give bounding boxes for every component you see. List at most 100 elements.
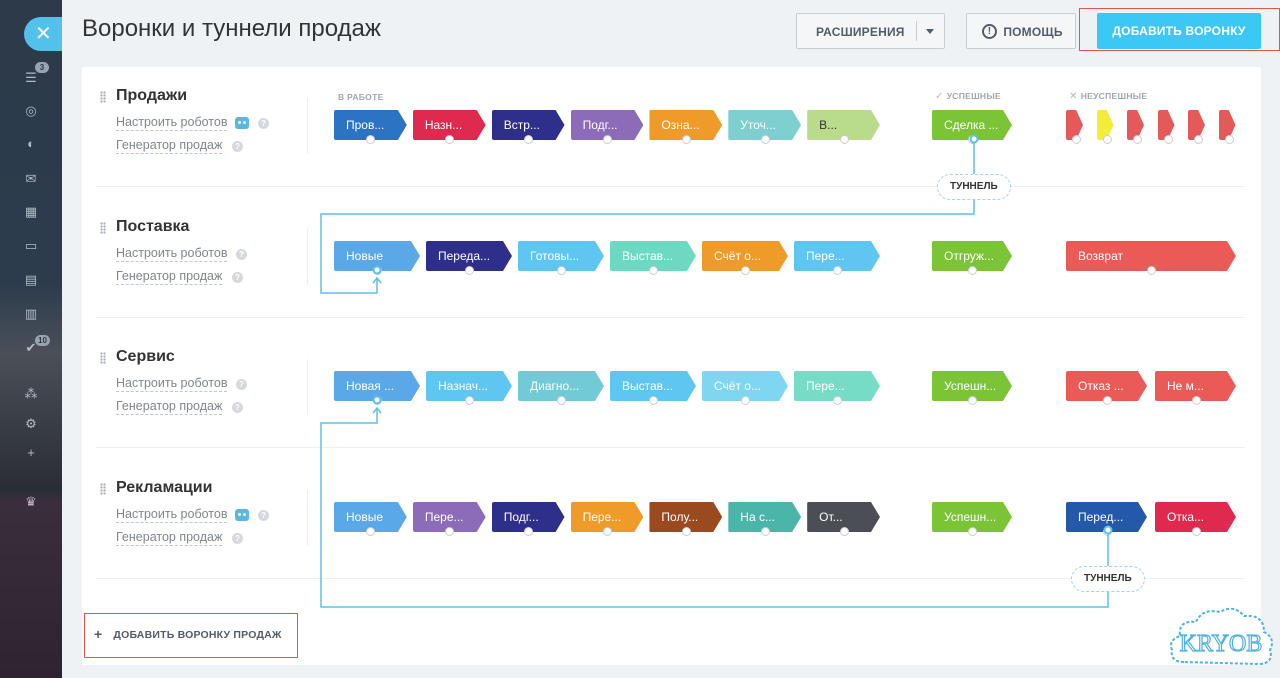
help-icon[interactable]: ? (232, 533, 243, 544)
sales-generator-link[interactable]: Генератор продаж (116, 399, 223, 415)
divider (307, 229, 308, 285)
help-icon[interactable]: ? (258, 118, 269, 129)
help-button[interactable]: ! ПОМОЩЬ (966, 13, 1076, 49)
help-icon[interactable]: ? (232, 141, 243, 152)
calendar-icon[interactable]: ▦ (23, 204, 39, 220)
stage-connector-dot[interactable] (968, 266, 977, 275)
divider (916, 21, 917, 41)
crown-icon[interactable]: ♛ (23, 494, 39, 510)
stage-connector-dot[interactable] (557, 266, 566, 275)
stage-connector-dot[interactable] (1102, 527, 1112, 536)
filter-icon[interactable]: ☰ (23, 70, 39, 86)
document-icon[interactable]: ▥ (23, 306, 39, 322)
mail-icon[interactable]: ✉ (23, 171, 39, 187)
column-header-fail: ✕ НЕУСПЕШНЫЕ (1069, 91, 1148, 102)
stage-connector-dot[interactable] (833, 266, 842, 275)
tunnel-badge[interactable]: ТУННЕЛЬ (1071, 566, 1145, 592)
drag-handle-icon[interactable] (100, 222, 106, 234)
stage-connector-dot[interactable] (760, 527, 770, 536)
robots-link[interactable]: Настроить роботов (116, 246, 228, 262)
stage-connector-dot[interactable] (649, 266, 658, 275)
extensions-button[interactable]: РАСШИРЕНИЯ (796, 13, 945, 49)
stage-connector-dot[interactable] (1194, 135, 1203, 144)
funnel-title[interactable]: Сервис (116, 348, 175, 366)
network-icon[interactable]: ⁂ (23, 386, 39, 402)
stage-connector-dot[interactable] (839, 135, 849, 144)
stage-connector-dot[interactable] (968, 135, 977, 144)
check-icon: ✓ (935, 91, 944, 102)
highlight-frame (1079, 8, 1280, 51)
stage-connector-dot[interactable] (557, 396, 566, 405)
left-sidebar: ✕ ☰ 3 ◎ ◐ ✉ ▦ ▭ ▤ ▥ ✔ 10 ⁂ ⚙ + ♛ (0, 0, 62, 678)
cross-icon: ✕ (1069, 91, 1078, 102)
stage-connector-dot[interactable] (1102, 135, 1112, 144)
help-icon[interactable]: ? (236, 249, 247, 260)
drag-handle-icon[interactable] (100, 352, 106, 364)
drag-handle-icon[interactable] (100, 91, 106, 103)
stage-connector-dot[interactable] (968, 527, 977, 536)
watermark-text: KRYOB (1180, 631, 1263, 657)
help-icon[interactable]: ? (232, 402, 243, 413)
divider (307, 98, 308, 154)
sidebar-badge: 3 (35, 62, 49, 73)
stage-connector-dot[interactable] (833, 396, 842, 405)
drive-icon[interactable]: ▭ (23, 238, 39, 254)
stage-connector-dot[interactable] (1163, 135, 1173, 144)
stage-connector-dot[interactable] (968, 396, 977, 405)
target-icon[interactable]: ◎ (23, 103, 39, 119)
column-header-success: ✓ УСПЕШНЫЕ (935, 91, 1001, 102)
info-icon: ! (982, 24, 997, 39)
column-header-in-work: В РАБОТЕ (338, 92, 384, 102)
stage-connector-dot[interactable] (760, 135, 770, 144)
stage-connector-dot[interactable] (1191, 396, 1201, 405)
extensions-label: РАСШИРЕНИЯ (816, 25, 905, 39)
stage-connector-dot[interactable] (741, 266, 750, 275)
gear-icon[interactable]: ⚙ (23, 416, 39, 432)
robot-icon (235, 509, 249, 521)
chevron-down-icon[interactable] (926, 29, 934, 34)
stage-connector-dot[interactable] (465, 266, 474, 275)
funnel-title[interactable]: Поставка (116, 218, 189, 236)
tunnel-badge[interactable]: ТУННЕЛЬ (937, 174, 1011, 200)
stage-connector-dot[interactable] (681, 527, 691, 536)
robots-link[interactable]: Настроить роботов (116, 507, 228, 523)
stage-connector-dot[interactable] (1072, 135, 1081, 144)
close-icon[interactable]: ✕ (24, 17, 62, 51)
contact-card-icon[interactable]: ▤ (23, 272, 39, 288)
divider (307, 490, 308, 546)
help-icon[interactable]: ? (236, 379, 247, 390)
kryob-watermark-logo: KRYOB (1170, 607, 1273, 666)
robots-link[interactable]: Настроить роботов (116, 115, 228, 131)
sales-generator-link[interactable]: Генератор продаж (116, 269, 223, 285)
stage-connector-dot[interactable] (1191, 527, 1201, 536)
plus-icon[interactable]: + (23, 445, 39, 461)
stage-connector-dot[interactable] (741, 396, 750, 405)
moon-icon[interactable]: ◐ (23, 136, 39, 152)
divider (307, 359, 308, 415)
stage-connector-dot[interactable] (1224, 135, 1234, 144)
stage-connector-dot[interactable] (649, 396, 658, 405)
sales-generator-link[interactable]: Генератор продаж (116, 138, 223, 154)
robots-link[interactable]: Настроить роботов (116, 376, 228, 392)
stage-connector-dot[interactable] (603, 527, 612, 536)
stage-connector-dot[interactable] (373, 266, 382, 275)
stage-connector-dot[interactable] (1147, 266, 1156, 275)
robot-icon (235, 117, 249, 129)
stage-connector-dot[interactable] (681, 135, 691, 144)
help-label: ПОМОЩЬ (1003, 25, 1063, 39)
stage-connector-dot[interactable] (603, 135, 612, 144)
drag-handle-icon[interactable] (100, 483, 106, 495)
divider (96, 447, 1245, 448)
stage-connector-dot[interactable] (839, 527, 849, 536)
funnel-title[interactable]: Продажи (116, 87, 187, 105)
help-icon[interactable]: ? (232, 272, 243, 283)
stage-connector-dot[interactable] (373, 396, 382, 405)
stage-connector-dot[interactable] (465, 396, 474, 405)
help-icon[interactable]: ? (258, 510, 269, 521)
highlight-frame (84, 613, 298, 658)
sales-generator-link[interactable]: Генератор продаж (116, 530, 223, 546)
stage-connector-dot[interactable] (1133, 135, 1142, 144)
stage-connector-dot[interactable] (1102, 396, 1112, 405)
page-title: Воронки и туннели продаж (82, 15, 381, 42)
funnel-title[interactable]: Рекламации (116, 479, 212, 497)
